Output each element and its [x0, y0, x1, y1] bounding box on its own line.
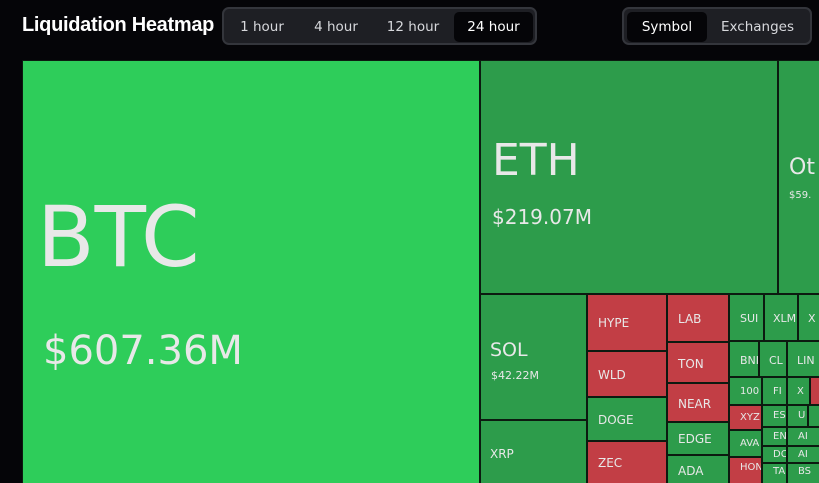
tile-zec[interactable]: ZEC: [587, 441, 667, 483]
tile-symbol: TON: [678, 357, 704, 371]
tile-bnb[interactable]: BNI: [729, 341, 759, 377]
tile-x-2[interactable]: X: [787, 377, 810, 405]
tile-1000[interactable]: 100: [729, 377, 762, 405]
tile-hype[interactable]: HYPE: [587, 294, 667, 351]
tile-symbol: DOGE: [598, 413, 634, 427]
tile-symbol: FI: [773, 386, 782, 397]
tile-symbol: WLD: [598, 368, 626, 382]
tile-symbol: AI: [798, 431, 808, 442]
tile-symbol: X: [808, 312, 816, 325]
tile-dc[interactable]: DC: [762, 446, 787, 463]
tile-sui[interactable]: SUI: [729, 294, 764, 341]
tile-value: $59.: [789, 190, 812, 201]
tile-symbol: DC: [773, 449, 787, 460]
tile-en[interactable]: EN: [762, 427, 787, 446]
tile-symbol: AI: [798, 449, 808, 460]
tile-value: $219.07M: [492, 205, 592, 229]
tile-xlm[interactable]: XLM: [764, 294, 798, 341]
tile-symbol: XRP: [490, 447, 514, 461]
group-by-exchanges-button[interactable]: Exchanges: [709, 12, 806, 42]
time-range-24h-button[interactable]: 24 hour: [454, 12, 533, 42]
tile-symbol: AVA: [740, 438, 760, 449]
tile-green-sliver[interactable]: [808, 405, 819, 427]
tile-sol[interactable]: SOL $42.22M: [480, 294, 587, 420]
tile-edge[interactable]: EDGE: [667, 422, 729, 455]
tile-symbol: XYZ: [740, 412, 760, 423]
tile-symbol: HYPE: [598, 316, 630, 330]
tile-avax[interactable]: AVA: [729, 430, 762, 457]
tile-symbol: ES: [773, 410, 786, 421]
tile-value: $42.22M: [491, 369, 539, 382]
tile-ton[interactable]: TON: [667, 342, 729, 383]
tile-symbol: XLM: [773, 312, 797, 325]
tile-symbol: ETH: [492, 135, 580, 186]
tile-x-1[interactable]: X: [798, 294, 819, 341]
tile-symbol: CL: [769, 354, 783, 367]
tile-ai-1[interactable]: AI: [787, 427, 819, 446]
tile-symbol: BNI: [740, 354, 759, 367]
tile-others[interactable]: Ot $59.: [778, 60, 819, 294]
tile-es[interactable]: ES: [762, 405, 787, 427]
heatmap-treemap: BTC $607.36M ETH $219.07M Ot $59. SOL $4…: [22, 60, 819, 483]
group-mode-selector: Symbol Exchanges: [622, 7, 812, 45]
tile-symbol: ZEC: [598, 456, 623, 470]
tile-btc[interactable]: BTC $607.36M: [22, 60, 480, 483]
tile-wld[interactable]: WLD: [587, 351, 667, 397]
tile-symbol: ADA: [678, 464, 704, 478]
tile-bs[interactable]: BS: [787, 463, 819, 483]
tile-ada[interactable]: ADA: [667, 455, 729, 483]
tile-eth[interactable]: ETH $219.07M: [480, 60, 778, 294]
tile-u[interactable]: U: [787, 405, 808, 427]
tile-symbol: LAB: [678, 312, 702, 326]
time-range-4h-button[interactable]: 4 hour: [300, 12, 372, 42]
time-range-selector: 1 hour 4 hour 12 hour 24 hour: [222, 7, 537, 45]
tile-link[interactable]: LIN: [787, 341, 819, 377]
tile-symbol: EDGE: [678, 432, 712, 446]
tile-symbol: SUI: [740, 312, 759, 325]
tile-xrp[interactable]: XRP: [480, 420, 587, 483]
tile-fi[interactable]: FI: [762, 377, 787, 405]
tile-symbol: TA: [773, 466, 786, 477]
tile-symbol: NEAR: [678, 397, 712, 411]
page-title: Liquidation Heatmap: [22, 14, 215, 36]
tile-lab[interactable]: LAB: [667, 294, 729, 342]
tile-symbol: SOL: [490, 339, 528, 361]
tile-ai-2[interactable]: AI: [787, 446, 819, 463]
liquidation-heatmap-app: Liquidation Heatmap 1 hour 4 hour 12 hou…: [0, 0, 819, 483]
time-range-12h-button[interactable]: 12 hour: [374, 12, 452, 42]
tile-ta[interactable]: TA: [762, 463, 787, 483]
tile-symbol: BTC: [37, 188, 200, 286]
tile-red-sliver[interactable]: [810, 377, 819, 405]
tile-xyz[interactable]: XYZ: [729, 405, 762, 430]
tile-symbol: BS: [798, 466, 812, 477]
tile-symbol: 100: [740, 386, 760, 397]
tile-near[interactable]: NEAR: [667, 383, 729, 422]
tile-symbol: Ot: [789, 155, 815, 180]
tile-doge[interactable]: DOGE: [587, 397, 667, 441]
tile-symbol: U: [798, 410, 806, 421]
tile-value: $607.36M: [43, 328, 243, 374]
tile-hon[interactable]: HON: [729, 457, 762, 483]
group-by-symbol-button[interactable]: Symbol: [627, 12, 707, 42]
tile-symbol: HON: [740, 462, 762, 473]
tile-cl[interactable]: CL: [759, 341, 787, 377]
time-range-1h-button[interactable]: 1 hour: [226, 12, 298, 42]
tile-symbol: X: [797, 386, 804, 397]
tile-symbol: LIN: [797, 354, 815, 367]
tile-symbol: EN: [773, 431, 787, 442]
